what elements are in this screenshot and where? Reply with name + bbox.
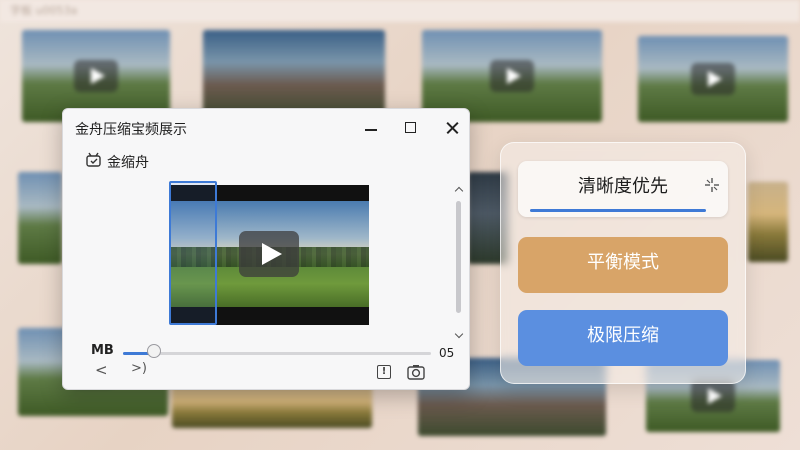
play-icon [490,60,534,92]
play-icon[interactable] [239,231,299,277]
sparkle-icon [705,178,719,192]
scroll-down-icon[interactable] [453,331,465,341]
balance-mode-button[interactable]: 平衡模式 [518,237,728,293]
scrollbar[interactable] [456,201,461,313]
camera-icon[interactable] [407,364,425,380]
mode-panel: 清晰度优先 平衡模式 极限压缩 [500,142,746,384]
extreme-compression-label: 极限压缩 [587,325,659,346]
size-slider[interactable] [123,352,431,355]
size-unit-label: MB [91,343,114,358]
background-thumbnail [638,36,788,122]
play-icon [691,380,735,412]
compression-window: 金舟压缩宝频展示 金缩舟 MB 05 < >) ! [62,108,470,390]
maximize-button[interactable] [399,117,423,139]
crop-selection-handle[interactable] [169,181,217,325]
play-icon [74,60,118,92]
scroll-up-icon[interactable] [453,185,465,195]
background-title-bar: 字板 u0053a [0,0,800,22]
slider-end-label: 05 [439,346,455,360]
clarity-priority-label: 清晰度优先 [578,176,668,197]
window-title: 金舟压缩宝频展示 [75,122,187,138]
play-icon [691,63,735,95]
balance-mode-label: 平衡模式 [587,252,659,273]
clarity-priority-button[interactable]: 清晰度优先 [518,161,728,217]
slider-thumb[interactable] [147,344,161,358]
title-bar[interactable]: 金舟压缩宝频展示 [63,109,469,147]
tv-icon [86,152,101,167]
extreme-compression-button[interactable]: 极限压缩 [518,310,728,366]
close-button[interactable] [441,117,465,139]
background-app-title: 字板 u0053a [10,4,78,17]
selected-indicator [530,209,706,212]
minimize-button[interactable] [359,117,383,139]
info-icon[interactable]: ! [377,365,391,379]
next-button[interactable]: >) [131,361,147,376]
background-thumbnail [18,172,62,264]
background-thumbnail [748,182,788,262]
previous-button[interactable]: < [95,361,108,379]
background-thumbnail [172,384,372,428]
brand-label: 金缩舟 [107,155,149,171]
